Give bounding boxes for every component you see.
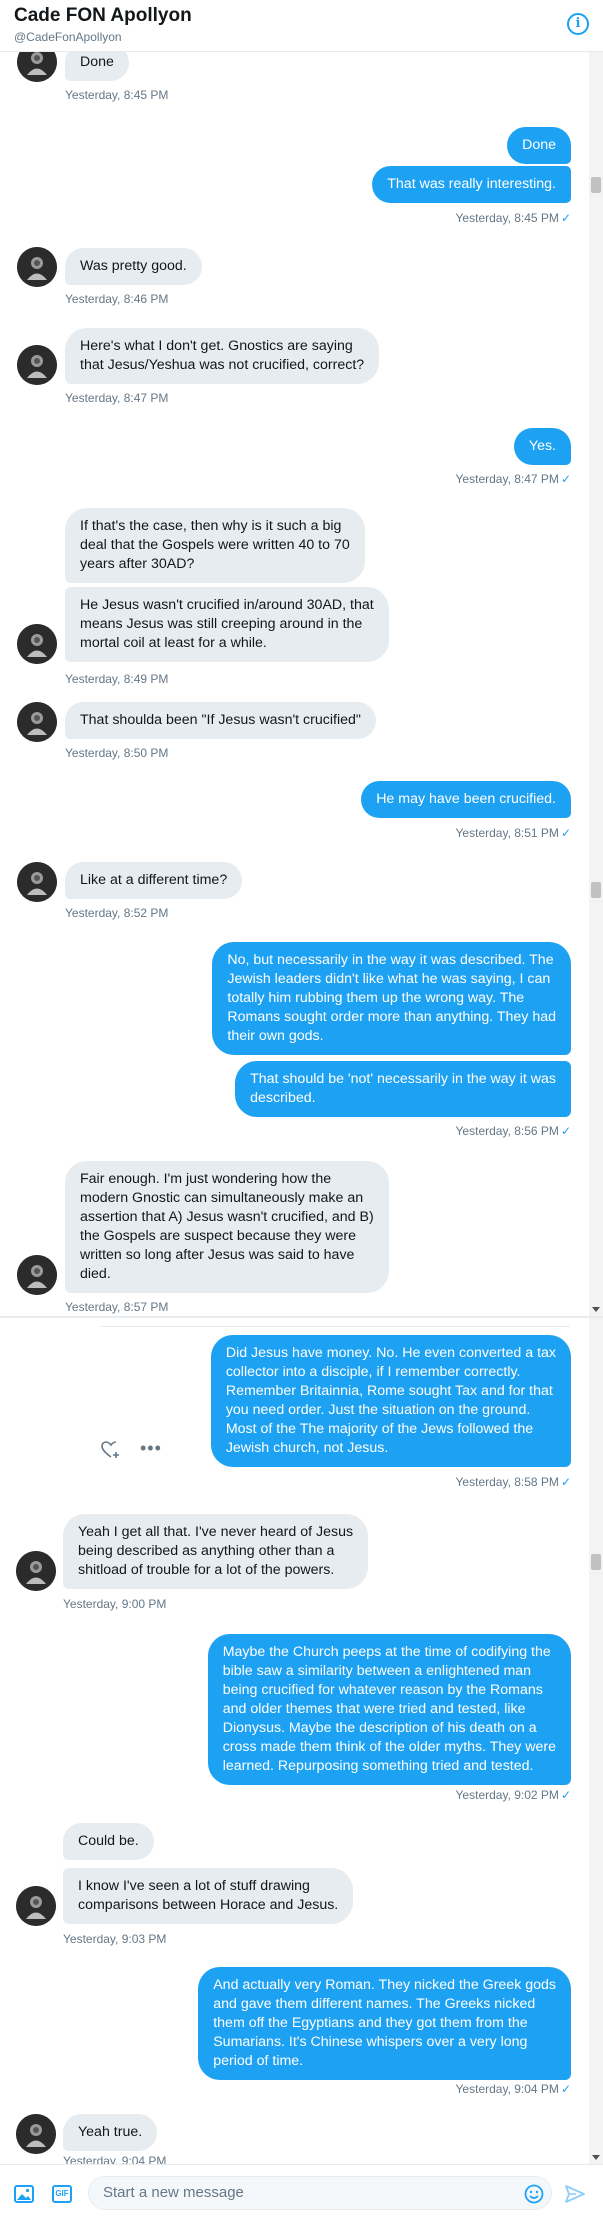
conversation-header: Cade FON Apollyon @CadeFonApollyon i (0, 0, 603, 52)
message-bubble-incoming[interactable]: Yeah I get all that. I've never heard of… (63, 1514, 369, 1589)
emoji-icon[interactable] (524, 2184, 544, 2204)
scroll-down-arrow[interactable] (592, 2155, 600, 2160)
message-bubble-incoming[interactable]: Done (65, 52, 129, 81)
message-bubble-outgoing[interactable]: Yes. (513, 428, 571, 465)
read-check-icon: ✓ (560, 472, 571, 486)
message-timestamp: Yesterday, 9:02 PM ✓ (455, 1788, 571, 1802)
scrollbar-thumb[interactable] (591, 177, 601, 193)
message-timestamp: Yesterday, 8:47 PM ✓ (455, 472, 571, 486)
message-bubble-outgoing[interactable]: Did Jesus have money. No. He even conver… (210, 1335, 571, 1467)
scroll-down-arrow[interactable] (592, 1307, 600, 1312)
message-composer: GIF Start a new message (0, 2164, 603, 2223)
message-bubble-incoming[interactable]: Here's what I don't get. Gnostics are sa… (65, 328, 380, 384)
message-timestamp: Yesterday, 9:04 PM ✓ (455, 2082, 571, 2096)
message-bubble-outgoing[interactable]: He may have been crucified. (361, 781, 571, 818)
message-timestamp: Yesterday, 8:56 PM ✓ (455, 1124, 571, 1138)
message-bubble-incoming[interactable]: If that's the case, then why is it such … (65, 508, 365, 583)
avatar[interactable] (17, 247, 57, 287)
conversation-handle: @CadeFonApollyon (14, 30, 122, 44)
avatar[interactable] (16, 1551, 56, 1591)
avatar[interactable] (17, 1255, 57, 1295)
divider (100, 1326, 570, 1327)
message-bubble-incoming[interactable]: Could be. (63, 1823, 154, 1860)
read-check-icon: ✓ (560, 826, 571, 840)
info-icon[interactable]: i (567, 13, 589, 35)
message-bubble-incoming[interactable]: Fair enough. I'm just wondering how the … (65, 1161, 389, 1293)
message-timestamp: Yesterday, 8:50 PM (65, 746, 169, 760)
message-bubble-outgoing[interactable]: And actually very Roman. They nicked the… (198, 1967, 571, 2080)
message-bubble-outgoing[interactable]: Done (507, 127, 571, 164)
avatar[interactable] (17, 702, 57, 742)
message-input[interactable]: Start a new message (88, 2176, 552, 2210)
message-list-lower[interactable]: ••• Did Jesus have money. No. He even co… (0, 1316, 603, 2164)
message-timestamp: Yesterday, 8:58 PM ✓ (455, 1475, 571, 1489)
message-bubble-outgoing[interactable]: Maybe the Church peeps at the time of co… (207, 1634, 571, 1785)
avatar[interactable] (17, 345, 57, 385)
scrollbar-thumb[interactable] (591, 1554, 601, 1570)
scrollbar-upper[interactable] (589, 52, 603, 1316)
heart-plus-icon[interactable] (100, 1440, 122, 1460)
read-check-icon: ✓ (560, 1475, 571, 1489)
avatar[interactable] (16, 2114, 56, 2154)
read-check-icon: ✓ (560, 1788, 571, 1802)
avatar[interactable] (16, 1886, 56, 1926)
message-timestamp: Yesterday, 9:03 PM (63, 1932, 167, 1946)
message-timestamp: Yesterday, 9:04 PM (63, 2154, 167, 2164)
avatar[interactable] (17, 624, 57, 664)
message-timestamp: Yesterday, 8:57 PM (65, 1300, 169, 1314)
message-timestamp: Yesterday, 8:51 PM ✓ (455, 826, 571, 840)
message-bubble-incoming[interactable]: Was pretty good. (65, 248, 202, 285)
read-check-icon: ✓ (560, 211, 571, 225)
read-check-icon: ✓ (560, 2082, 571, 2096)
message-timestamp: Yesterday, 8:49 PM (65, 672, 169, 686)
message-timestamp: Yesterday, 8:45 PM ✓ (455, 211, 571, 225)
message-timestamp: Yesterday, 8:46 PM (65, 292, 169, 306)
message-bubble-outgoing[interactable]: That was really interesting. (372, 166, 571, 203)
message-bubble-incoming[interactable]: Like at a different time? (65, 862, 243, 899)
more-options-icon[interactable]: ••• (140, 1439, 162, 1462)
message-bubble-outgoing[interactable]: No, but necessarily in the way it was de… (212, 942, 571, 1055)
avatar[interactable] (17, 52, 57, 82)
avatar[interactable] (17, 862, 57, 902)
message-timestamp: Yesterday, 8:45 PM (65, 88, 169, 102)
message-timestamp: Yesterday, 8:47 PM (65, 391, 169, 405)
message-timestamp: Yesterday, 9:00 PM (63, 1597, 167, 1611)
scrollbar-lower[interactable] (589, 1318, 603, 2164)
gif-icon[interactable]: GIF (52, 2185, 72, 2203)
message-timestamp: Yesterday, 8:52 PM (65, 906, 169, 920)
message-bubble-incoming[interactable]: That shoulda been "If Jesus wasn't cruci… (65, 702, 376, 739)
message-bubble-incoming[interactable]: Yeah true. (63, 2114, 158, 2151)
message-bubble-incoming[interactable]: I know I've seen a lot of stuff drawing … (63, 1868, 354, 1924)
conversation-title: Cade FON Apollyon (14, 5, 192, 26)
message-list-upper[interactable]: Done Yesterday, 8:45 PM Done That was re… (0, 52, 603, 1316)
message-bubble-incoming[interactable]: He Jesus wasn't crucified in/around 30AD… (65, 587, 389, 662)
message-bubble-outgoing[interactable]: That should be 'not' necessarily in the … (235, 1061, 571, 1117)
scrollbar-thumb[interactable] (591, 882, 601, 898)
read-check-icon: ✓ (560, 1124, 571, 1138)
image-icon[interactable] (14, 2185, 34, 2203)
send-icon[interactable] (564, 2184, 586, 2204)
